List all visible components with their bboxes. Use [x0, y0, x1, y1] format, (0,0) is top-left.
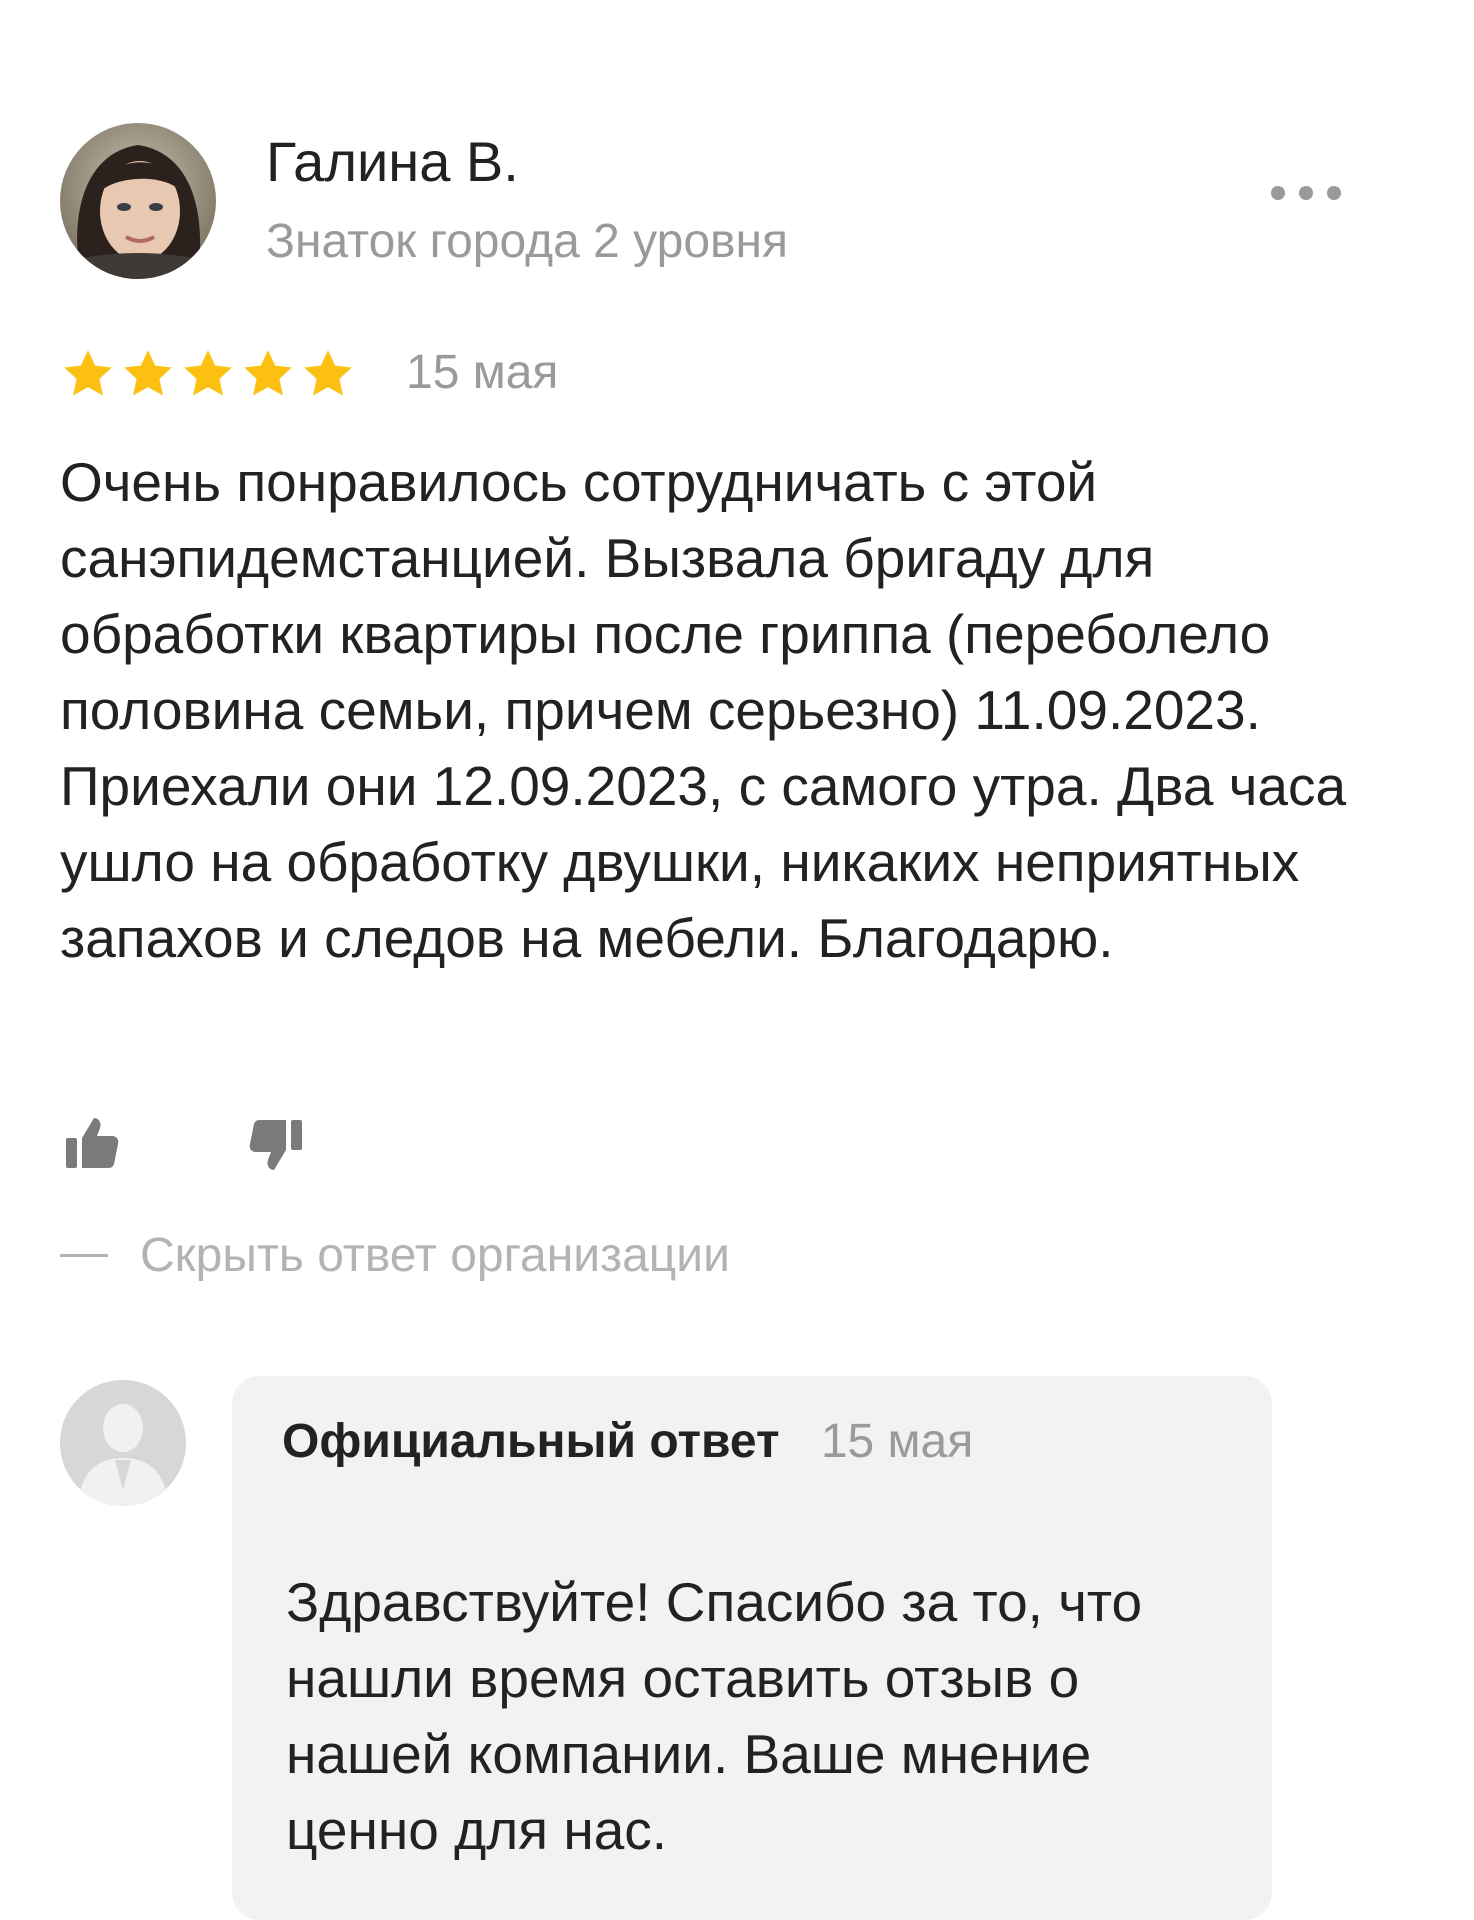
thumbs-up-icon[interactable]: [60, 1112, 124, 1176]
reply-text: Здравствуйте! Спасибо за то, что нашли в…: [286, 1571, 1143, 1861]
reply-header: Официальный ответ 15 мая: [282, 1414, 973, 1469]
star-icon: [124, 350, 172, 396]
author-name[interactable]: Галина В.: [266, 130, 519, 194]
hide-reply-link[interactable]: Скрыть ответ организации: [60, 1228, 730, 1283]
dash-divider: [60, 1253, 108, 1257]
star-icon: [304, 350, 352, 396]
author-photo: [60, 123, 216, 279]
review-text: Очень понравилось сотрудничать с этой са…: [60, 451, 1347, 969]
reply-title: Официальный ответ: [282, 1415, 780, 1468]
star-icon: [184, 350, 232, 396]
more-dots-icon[interactable]: [1266, 178, 1346, 208]
organization-avatar: [60, 1380, 186, 1506]
default-user-icon: [60, 1380, 186, 1506]
review-date: 15 мая: [406, 346, 559, 399]
author-avatar[interactable]: [60, 123, 216, 279]
author-level: Знаток города 2 уровня: [266, 215, 789, 268]
rating-stars: [60, 346, 356, 402]
star-icon: [64, 350, 112, 396]
reply-date: 15 мая: [820, 1415, 974, 1468]
official-reply: Официальный ответ 15 мая Здравствуйте! С…: [232, 1376, 1272, 1920]
hide-reply-label: Скрыть ответ организации: [140, 1229, 730, 1282]
thumbs-down-icon[interactable]: [244, 1112, 308, 1176]
star-icon: [244, 350, 292, 396]
